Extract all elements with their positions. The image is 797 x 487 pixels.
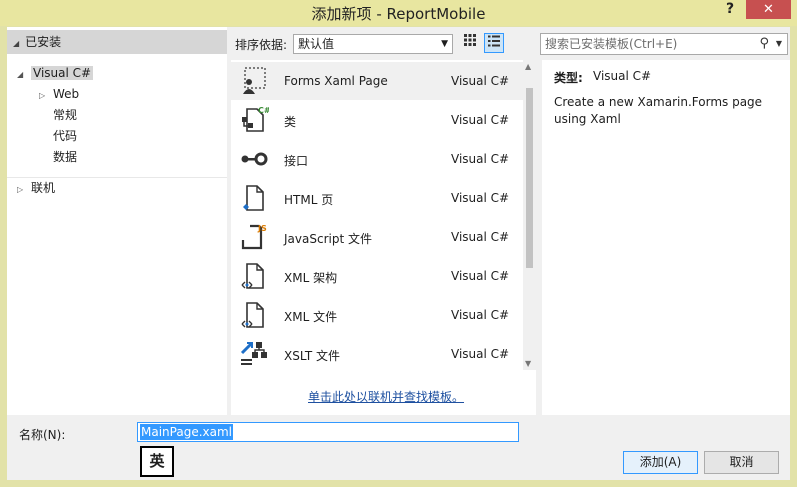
expand-triangle-icon: ▷ [39, 91, 46, 100]
installed-label: 已安装 [25, 35, 62, 49]
sort-value: 默认值 [298, 37, 335, 51]
javascript-file-icon: JS [241, 224, 267, 250]
cancel-button[interactable]: 取消 [704, 451, 779, 474]
template-item[interactable]: JS JavaScript 文件 Visual C# [231, 218, 523, 256]
forms-xaml-page-icon [243, 67, 266, 94]
add-button[interactable]: 添加(A) [623, 451, 698, 474]
svg-text:C#: C# [258, 106, 269, 115]
scroll-up-arrow-icon[interactable]: ▲ [525, 62, 531, 71]
template-name: XML 架构 [284, 271, 338, 285]
installed-section-header[interactable]: ◢ 已安装 [7, 30, 227, 54]
template-item[interactable]: C# 类 Visual C# [231, 101, 523, 139]
tree-item-visual-csharp[interactable]: ◢ Visual C# [17, 63, 94, 83]
xslt-file-icon [240, 342, 267, 365]
scroll-thumb[interactable] [526, 88, 533, 268]
tree-item-code[interactable]: 代码 [53, 126, 77, 146]
ime-language-indicator[interactable]: 英 [140, 446, 174, 477]
template-language: Visual C# [451, 230, 510, 244]
tree-label-visual-csharp: Visual C# [31, 66, 94, 80]
template-list-scrollbar[interactable]: ▲ ▼ [523, 60, 536, 370]
template-item[interactable]: 接口 Visual C# [231, 140, 523, 178]
template-language: Visual C# [451, 269, 510, 283]
search-input[interactable] [545, 34, 755, 54]
scroll-down-arrow-icon[interactable]: ▼ [525, 359, 531, 368]
template-list: Forms Xaml Page Visual C# C# 类 Visual C# [231, 60, 523, 380]
close-button[interactable]: ✕ [746, 0, 791, 19]
tree-label-code: 代码 [53, 129, 78, 143]
class-icon: C# [242, 106, 269, 132]
template-item[interactable]: Forms Xaml Page Visual C# [231, 62, 523, 100]
name-field[interactable]: MainPage.xaml [137, 422, 519, 442]
window-title: 添加新项 - ReportMobile [311, 5, 486, 23]
template-name: JavaScript 文件 [284, 232, 372, 246]
expand-triangle-icon: ▷ [17, 185, 24, 194]
xml-file-icon [241, 302, 264, 328]
search-options-arrow-icon[interactable]: ▼ [776, 34, 782, 54]
template-item[interactable]: XML 架构 Visual C# [231, 257, 523, 295]
name-value-selected[interactable]: MainPage.xaml [140, 424, 233, 440]
sort-label: 排序依据: [235, 38, 288, 52]
tree-label-web: Web [53, 87, 80, 101]
template-name: HTML 页 [284, 193, 334, 207]
add-new-item-dialog: 添加新项 - ReportMobile ? ✕ ◢ 已安装 ◢ Visual C# … [0, 0, 797, 487]
search-icon[interactable]: ⚲ [759, 34, 769, 54]
template-name: Forms Xaml Page [284, 74, 388, 88]
interface-icon [241, 152, 268, 166]
dropdown-arrow-icon: ▼ [441, 39, 448, 49]
list-view-icon [488, 35, 500, 47]
template-language: Visual C# [451, 191, 510, 205]
template-language: Visual C# [451, 113, 510, 127]
sort-dropdown[interactable]: 默认值 ▼ [293, 34, 453, 54]
dialog-body: ◢ 已安装 ◢ Visual C# ▷ Web 常规 代码 数据 ▷ 联机 排序… [7, 27, 790, 480]
template-name: XML 文件 [284, 310, 338, 324]
type-label: 类型: [554, 71, 583, 85]
tree-item-general[interactable]: 常规 [53, 105, 77, 125]
sort-toolbar: 排序依据: 默认值 ▼ [231, 27, 536, 59]
svg-text:JS: JS [257, 224, 267, 233]
template-language: Visual C# [451, 152, 510, 166]
template-description: Create a new Xamarin.Forms page using Xa… [554, 95, 763, 126]
list-view-button[interactable] [484, 33, 504, 53]
tree-item-online[interactable]: ▷ 联机 [17, 178, 55, 198]
collapse-triangle-icon: ◢ [13, 39, 20, 48]
template-item[interactable]: XML 文件 Visual C# [231, 296, 523, 334]
tree-label-online: 联机 [31, 181, 56, 195]
small-icons-view-button[interactable] [460, 33, 480, 53]
template-name: 接口 [284, 154, 309, 168]
title-bar: 添加新项 - ReportMobile ? ✕ [0, 0, 797, 26]
template-details-panel: 类型: Visual C# Create a new Xamarin.Forms… [542, 60, 790, 415]
template-language: Visual C# [451, 74, 510, 88]
category-tree: ◢ 已安装 ◢ Visual C# ▷ Web 常规 代码 数据 ▷ 联机 [7, 27, 227, 415]
type-value: Visual C# [593, 69, 652, 83]
help-button[interactable]: ? [720, 1, 740, 19]
search-templates-box[interactable]: ⚲ ▼ [540, 33, 788, 55]
name-label: 名称(N): [19, 428, 66, 442]
tree-label-general: 常规 [53, 108, 78, 122]
grid-view-icon [464, 34, 476, 46]
expanded-triangle-icon: ◢ [17, 70, 24, 79]
template-name: 类 [284, 115, 297, 129]
tree-item-web[interactable]: ▷ Web [39, 84, 79, 104]
template-item[interactable]: HTML 页 Visual C# [231, 179, 523, 217]
template-language: Visual C# [451, 308, 510, 322]
find-templates-online-link[interactable]: 单击此处以联机并查找模板。 [308, 388, 464, 405]
tree-label-data: 数据 [53, 150, 78, 164]
template-panel: Forms Xaml Page Visual C# C# 类 Visual C# [231, 60, 536, 415]
tree-item-data[interactable]: 数据 [53, 147, 77, 167]
xml-schema-icon [241, 263, 264, 289]
html-file-icon [243, 185, 264, 211]
template-language: Visual C# [451, 347, 510, 361]
template-name: XSLT 文件 [284, 349, 341, 363]
template-item[interactable]: XSLT 文件 Visual C# [231, 335, 523, 373]
